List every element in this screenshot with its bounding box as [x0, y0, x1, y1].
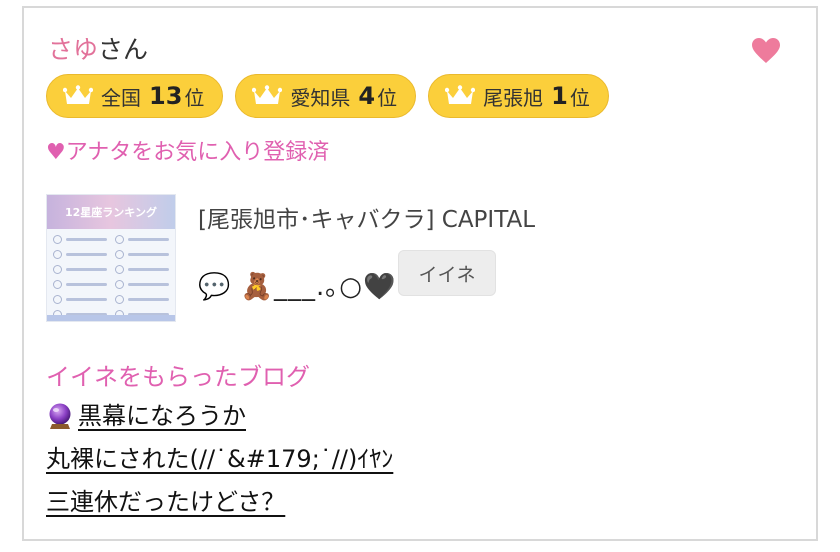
rank-region: 愛知県 — [290, 85, 351, 110]
rank-number: 13 — [149, 82, 183, 110]
rank-unit: 位 — [569, 85, 590, 110]
rank-unit: 位 — [377, 85, 398, 110]
profile-name-suffix: さん — [98, 35, 149, 64]
post-status: 💬 🧸___.｡○🖤 — [198, 264, 396, 304]
iine-button[interactable]: イイネ — [398, 250, 496, 296]
crystal-ball-icon — [49, 403, 71, 429]
profile-card: さゆさん 全国 13 位 愛知県 4 位 尾張旭 1 位 ♥アナタをお気に入り登… — [22, 6, 818, 541]
blog-link-title: 丸裸にされた(//˙&#179;˙//)ｲﾔﾝ — [46, 445, 394, 473]
rank-region: 全国 — [101, 85, 141, 110]
liked-blogs-heading: イイネをもらったブログ — [46, 363, 310, 391]
blog-link-title: 黒幕になろうか — [78, 402, 246, 430]
heart-icon — [752, 38, 780, 63]
blog-link[interactable]: 黒幕になろうか — [46, 399, 246, 433]
rank-region: 尾張旭 — [483, 85, 544, 110]
crown-icon — [252, 85, 283, 104]
favorite-status-text: ♥アナタをお気に入り登録済 — [46, 140, 330, 165]
blog-link[interactable]: 丸裸にされた(//˙&#179;˙//)ｲﾔﾝ — [46, 442, 393, 476]
rank-badge-national[interactable]: 全国 13 位 — [46, 74, 224, 118]
favorite-heart-button[interactable] — [751, 36, 781, 66]
post-thumbnail[interactable]: 12星座ランキング — [46, 194, 176, 322]
rank-badge-city[interactable]: 尾張旭 1 位 — [428, 74, 609, 118]
rank-unit: 位 — [184, 85, 205, 110]
rank-badges: 全国 13 位 愛知県 4 位 尾張旭 1 位 — [46, 74, 621, 118]
crown-icon — [445, 85, 476, 104]
rank-badge-prefecture[interactable]: 愛知県 4 位 — [235, 74, 417, 118]
post-status-text: 💬 🧸___.｡○🖤 — [198, 271, 397, 302]
shop-name[interactable]: [尾張旭市･キャバクラ] CAPITAL — [198, 204, 535, 236]
rank-number: 4 — [358, 82, 376, 110]
thumbnail-banner: 12星座ランキング — [47, 195, 175, 229]
profile-name-text: さゆ — [48, 35, 99, 64]
thumbnail-content — [47, 229, 175, 321]
profile-name[interactable]: さゆさん — [48, 34, 148, 66]
crown-icon — [63, 85, 93, 104]
rank-number: 1 — [551, 82, 568, 110]
blog-link-title: 三連休だったけどさ？ — [46, 488, 286, 516]
blog-link[interactable]: 三連休だったけどさ？ — [46, 485, 285, 519]
